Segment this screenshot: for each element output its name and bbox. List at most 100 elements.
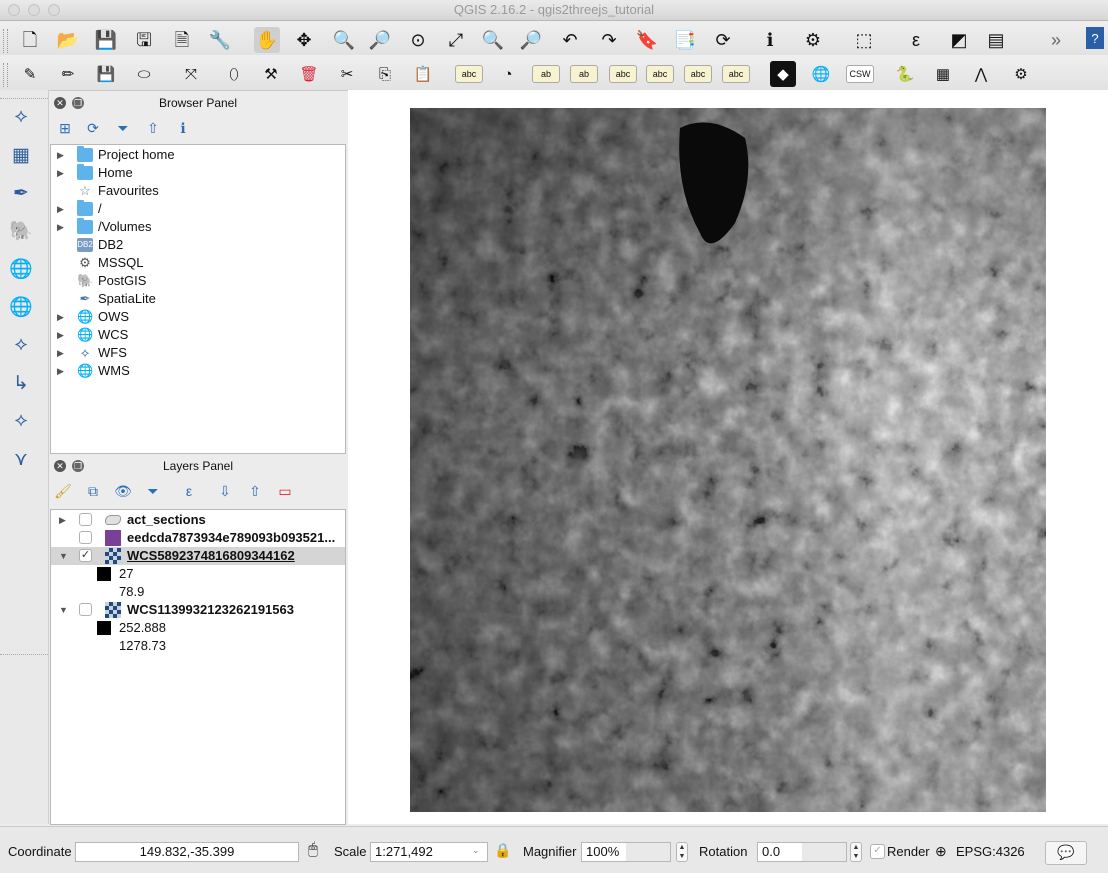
save-edits-icon[interactable]: 💾 [93,61,119,87]
zoom-last-icon[interactable]: ↶ [557,27,583,53]
grid-plugin-icon[interactable]: ▦ [930,61,956,87]
refresh-icon[interactable]: ⟳ [710,27,736,53]
browser-item[interactable]: ✒ SpatiaLite [51,290,345,308]
delete-selected-icon[interactable]: 🗑 [296,61,322,87]
browser-item[interactable]: ▶ 🌐 OWS [51,308,345,326]
layer-row[interactable]: ▼ ✓ WCS5892374816809344162 [51,547,345,565]
collapse-all-layers-icon[interactable]: ⇧ [244,481,266,501]
new-shapefile-icon[interactable]: ↳ [6,368,36,398]
browser-item[interactable]: ▶ / [51,200,345,218]
new-print-composer-icon[interactable]: 🗎 [169,27,195,53]
browser-item[interactable]: ⚙ MSSQL [51,254,345,272]
node-tool-2-icon[interactable]: ⚒ [258,61,284,87]
add-raster-layer-icon[interactable]: ▦ [6,140,36,170]
highlight-label-icon[interactable]: ab [532,65,560,83]
browser-item[interactable]: DB2 DB2 [51,236,345,254]
open-project-icon[interactable]: 📂 [55,27,81,53]
toolbar-overflow-icon[interactable]: » [1043,27,1069,53]
expand-arrow-icon[interactable]: ▶ [57,218,64,236]
show-bookmarks-icon[interactable]: 📑 [672,27,698,53]
zoom-in-icon[interactable]: 🔍 [331,27,357,53]
expression-select-icon[interactable]: ε [903,27,929,53]
magnifier-spinner[interactable]: ▲ ▼ [676,842,688,862]
cut-features-icon[interactable]: ✂ [334,61,360,87]
zoom-native-icon[interactable]: ⊙ [405,27,431,53]
scale-combo[interactable]: 1:271,492 [370,842,488,862]
show-hide-labels-icon[interactable]: abc [609,65,637,83]
csw-icon[interactable]: CSW [846,65,874,83]
refresh-browser-icon[interactable]: ⟳ [82,118,104,138]
manage-visibility-icon[interactable]: 👁 [112,481,134,501]
pan-to-selection-icon[interactable]: ✥ [291,27,317,53]
browser-item[interactable]: ☆ Favourites [51,182,345,200]
whats-this-icon[interactable]: ? [1086,27,1104,49]
label-tool-icon[interactable]: abc [455,65,483,83]
layer-visibility-checkbox[interactable]: ✓ [79,549,92,562]
expand-arrow-icon[interactable]: ▶ [57,308,64,326]
current-edits-icon[interactable]: ✎ [17,61,43,87]
save-project-icon[interactable]: 💾 [93,27,119,53]
expand-all-icon[interactable]: ⇩ [214,481,236,501]
filter-expression-icon[interactable]: ε [178,481,200,501]
add-group-icon[interactable]: ⧉ [82,481,104,501]
pin-labels-icon[interactable]: ab [570,65,598,83]
save-as-icon[interactable]: 🖫 [131,27,157,53]
map-canvas[interactable] [348,90,1108,824]
remove-layer-icon[interactable]: ▭ [274,481,296,501]
coordinate-field[interactable]: 149.832,-35.399 [75,842,299,862]
composer-manager-icon[interactable]: 🔧 [207,27,233,53]
node-tool-icon[interactable]: ⬯ [221,61,247,87]
add-postgis-layer-icon[interactable]: 🐘 [6,216,36,246]
expand-arrow-icon[interactable]: ▶ [57,200,64,218]
zoom-full-icon[interactable]: ⤢ [443,27,469,53]
expand-arrow-icon[interactable]: ▶ [57,146,64,164]
expand-arrow-icon[interactable]: ▶ [57,344,64,362]
filter-legend-icon[interactable]: ⏷ [142,481,164,501]
browser-item[interactable]: ▶ ⟡ WFS [51,344,345,362]
toggle-extents-icon[interactable]: 🖱 [302,841,324,863]
filter-browser-icon[interactable]: ⏷ [112,118,134,138]
expand-arrow-icon[interactable]: ▶ [57,326,64,344]
add-delimited-text-icon[interactable]: ⟡ [6,406,36,436]
add-feature-icon[interactable]: ⬭ [131,61,157,87]
expand-arrow-icon[interactable]: ▶ [57,164,64,182]
browser-item[interactable]: 🐘 PostGIS [51,272,345,290]
new-project-icon[interactable]: 🗋 [17,27,43,53]
zoom-to-layer-icon[interactable]: 🔎 [518,27,544,53]
add-virtual-layer-icon[interactable]: ⋎ [6,444,36,474]
expand-arrow-icon[interactable]: ▼ [59,601,68,619]
toolbar-grip[interactable] [0,654,48,659]
add-selected-layers-icon[interactable]: ⊞ [54,118,76,138]
zoom-to-selection-icon[interactable]: 🔍 [480,27,506,53]
browser-item[interactable]: ▶ 🌐 WCS [51,326,345,344]
select-features-icon[interactable]: ⬚ [851,27,877,53]
layer-visibility-checkbox[interactable] [79,513,92,526]
layer-row[interactable]: ▼ WCS1139932123262191563 [51,601,345,619]
qgis2threejs-icon[interactable]: ◆ [770,61,796,87]
rotation-field[interactable]: 0.0 [757,842,847,862]
messages-icon[interactable]: 💬 [1045,841,1087,865]
expand-arrow-icon[interactable]: ▶ [57,362,64,380]
crs-icon[interactable]: ⊕ [935,843,947,860]
toolbar-grip[interactable] [3,63,8,87]
browser-item[interactable]: ▶ 🌐 WMS [51,362,345,380]
layer-row[interactable]: eedcda7873934e789093b093521... [51,529,345,547]
web-plugin-icon[interactable]: ⚙ [1008,61,1034,87]
toggle-editing-icon[interactable]: ✏ [55,61,81,87]
lock-icon[interactable]: 🔒 [493,842,513,862]
zoom-next-icon[interactable]: ↷ [596,27,622,53]
identify-features-icon[interactable]: ℹ [757,27,783,53]
metasearch-icon[interactable]: 🌐 [808,61,834,87]
open-attribute-table-icon[interactable]: ▤ [983,27,1009,53]
move-label-icon[interactable]: abc [646,65,674,83]
layer-visibility-checkbox[interactable] [79,531,92,544]
layer-visibility-checkbox[interactable] [79,603,92,616]
toolbar-grip[interactable] [3,29,8,53]
magnifier-field[interactable]: 100% [581,842,671,862]
change-label-icon[interactable]: abc [722,65,750,83]
python-console-icon[interactable]: 🐍 [892,61,918,87]
add-vector-layer-icon[interactable]: ⟡ [6,102,36,132]
paste-features-icon[interactable]: 📋 [410,61,436,87]
add-wfs-layer-icon[interactable]: ⟡ [6,330,36,360]
chevron-down-icon[interactable]: ⌄ [472,845,480,856]
